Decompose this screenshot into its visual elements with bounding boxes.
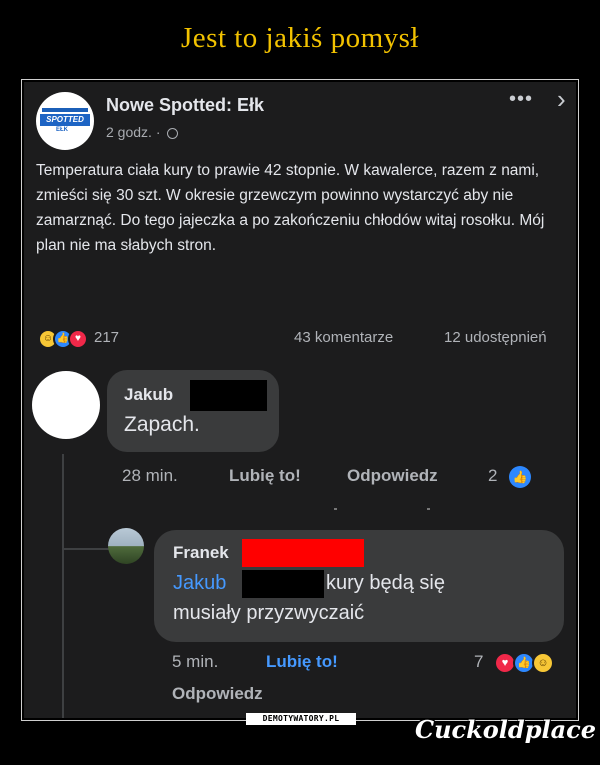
redaction-box — [242, 539, 364, 567]
shares-count-link[interactable]: 12 udostępnień — [444, 329, 576, 346]
like-button[interactable]: Lubię to! — [266, 652, 338, 672]
reply-button[interactable]: Odpowiedz — [347, 466, 438, 486]
reply-author[interactable]: Franek — [173, 543, 229, 563]
thread-line — [62, 454, 64, 718]
reactions-count: 217 — [94, 329, 120, 346]
redaction-box — [242, 570, 324, 598]
reply-bubble: Franek Jakub kury będą się musiały przyz… — [154, 530, 564, 642]
comment-time[interactable]: 28 min. — [122, 466, 178, 486]
reply-reactions-count: 7 — [474, 652, 484, 671]
comment-likes-count: 2 — [488, 466, 498, 485]
avatar-logo-top — [42, 108, 88, 112]
post-time[interactable]: 2 godz. · — [106, 124, 160, 140]
reply-text-line: musiały przyzwyczaić — [173, 602, 365, 624]
comment-text: Zapach. — [124, 413, 200, 436]
reply-reactions[interactable]: ♥ 👍 ☺ — [494, 652, 558, 674]
post-text: Temperatura ciała kury to prawie 42 stop… — [36, 162, 545, 254]
page-avatar[interactable]: SPOTTED EŁK — [36, 92, 94, 150]
haha-reaction-icon: ☺ — [532, 652, 554, 674]
meme-title: Jest to jakiś pomysł — [181, 22, 419, 54]
watermark: Cuckoldplace — [415, 715, 597, 744]
facebook-post-screenshot: SPOTTED EŁK Nowe Spotted: Ełk 2 godz. · … — [24, 82, 576, 718]
reply-time[interactable]: 5 min. — [172, 652, 218, 672]
divider-dash — [334, 508, 337, 510]
comment-bubble: Jakub Zapach. — [107, 370, 279, 452]
divider-dash — [427, 508, 430, 510]
avatar-logo-band: SPOTTED — [40, 114, 90, 126]
post-meta: 2 godz. · — [106, 124, 179, 140]
reply-button[interactable]: Odpowiedz — [172, 684, 263, 704]
reply-author-avatar[interactable] — [108, 528, 144, 564]
redaction-box — [190, 380, 267, 411]
comments-count-link[interactable]: 43 komentarze — [294, 329, 393, 346]
chevron-right-icon[interactable]: › — [557, 84, 566, 115]
like-button[interactable]: Lubię to! — [229, 466, 301, 486]
love-reaction-icon: ♥ — [68, 329, 88, 349]
site-label: DEMOTYWATORY.PL — [246, 713, 356, 725]
reply-text-line: kury będą się — [326, 572, 445, 594]
thread-branch — [62, 548, 110, 550]
page-name-link[interactable]: Nowe Spotted: Ełk — [106, 95, 264, 116]
like-reaction-icon[interactable]: 👍 — [509, 466, 531, 488]
commenter-avatar[interactable] — [32, 371, 100, 439]
mention-link[interactable]: Jakub — [173, 572, 226, 595]
comment-author[interactable]: Jakub — [124, 385, 173, 405]
globe-icon — [167, 128, 179, 139]
avatar-logo-sub: EŁK — [56, 127, 68, 133]
more-icon[interactable]: ••• — [509, 88, 533, 111]
